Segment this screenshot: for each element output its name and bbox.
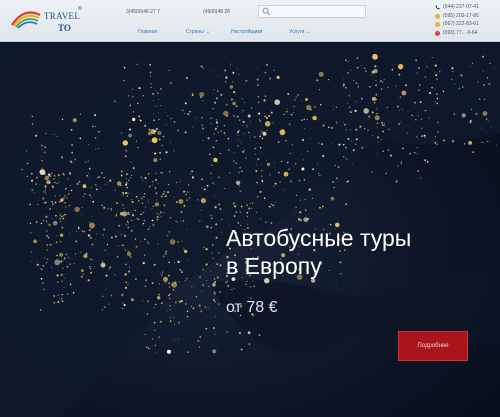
chevron-down-icon: ⌄ <box>205 29 211 35</box>
hero-title-line-1: Автобусные туры <box>226 225 412 251</box>
nav-home[interactable]: Главная <box>138 29 157 35</box>
contact-phone-mobile-2[interactable]: (067) 222-83-61 <box>434 20 498 29</box>
details-button[interactable]: Подробнее <box>398 331 468 361</box>
chevron-down-icon: ⌄ <box>306 29 311 35</box>
header-phone-2[interactable]: (4500)48 28 <box>203 9 230 15</box>
hero-banner: Автобусные туры в Европу от 78 € Подробн… <box>0 43 500 417</box>
operator-icon <box>435 13 440 19</box>
hero-title: Автобусные туры в Европу <box>226 224 496 280</box>
contact-phone-mobile-1[interactable]: (095) 203-17-86 <box>434 12 498 21</box>
logo-text-secondary: TO <box>58 23 71 33</box>
nav-home-label: Главная <box>138 29 158 35</box>
header-phone-1[interactable]: 3(4500)48 27 7 <box>126 9 160 15</box>
hero-title-line-2: в Европу <box>226 253 322 279</box>
nav-countries[interactable]: Страны ⌄ <box>186 29 210 35</box>
contact-list: (044) 237-07-41 (095) 203-17-86 (067) 22… <box>434 3 498 37</box>
search-icon[interactable] <box>262 7 271 16</box>
phone-icon <box>435 5 440 10</box>
site-header: TRAVEL TO ® 3(4500)48 27 7 (4500)48 28 Г… <box>0 0 500 42</box>
details-button-label: Подробнее <box>417 343 449 349</box>
registered-mark: ® <box>78 6 82 12</box>
search-input[interactable] <box>273 7 363 16</box>
nav-tuners-label: Настройщики <box>231 29 263 35</box>
contact-phone-mobile-3[interactable]: (093) 77...-9-64 <box>434 29 498 38</box>
contact-text: (093) 77...-9-64 <box>443 29 478 36</box>
logo[interactable]: TRAVEL TO ® <box>6 3 86 37</box>
contact-phone-landline[interactable]: (044) 237-07-41 <box>434 3 498 12</box>
contact-text: (095) 203-17-86 <box>443 12 479 19</box>
nav-services[interactable]: Услуги ⌄ <box>289 29 311 35</box>
hero-price: от 78 € <box>226 299 278 316</box>
nav-countries-label: Страны <box>186 29 204 35</box>
logo-arc-icon <box>11 11 41 29</box>
contact-text: (044) 237-07-41 <box>443 4 479 10</box>
logo-text: TRAVEL <box>44 11 81 21</box>
contact-text: (067) 222-83-61 <box>443 21 479 27</box>
search-box[interactable] <box>258 5 366 18</box>
operator-icon <box>435 30 440 36</box>
nav-tuners[interactable]: Настройщики <box>231 29 262 35</box>
operator-icon <box>435 22 440 27</box>
nav-services-label: Услуги <box>289 29 305 35</box>
